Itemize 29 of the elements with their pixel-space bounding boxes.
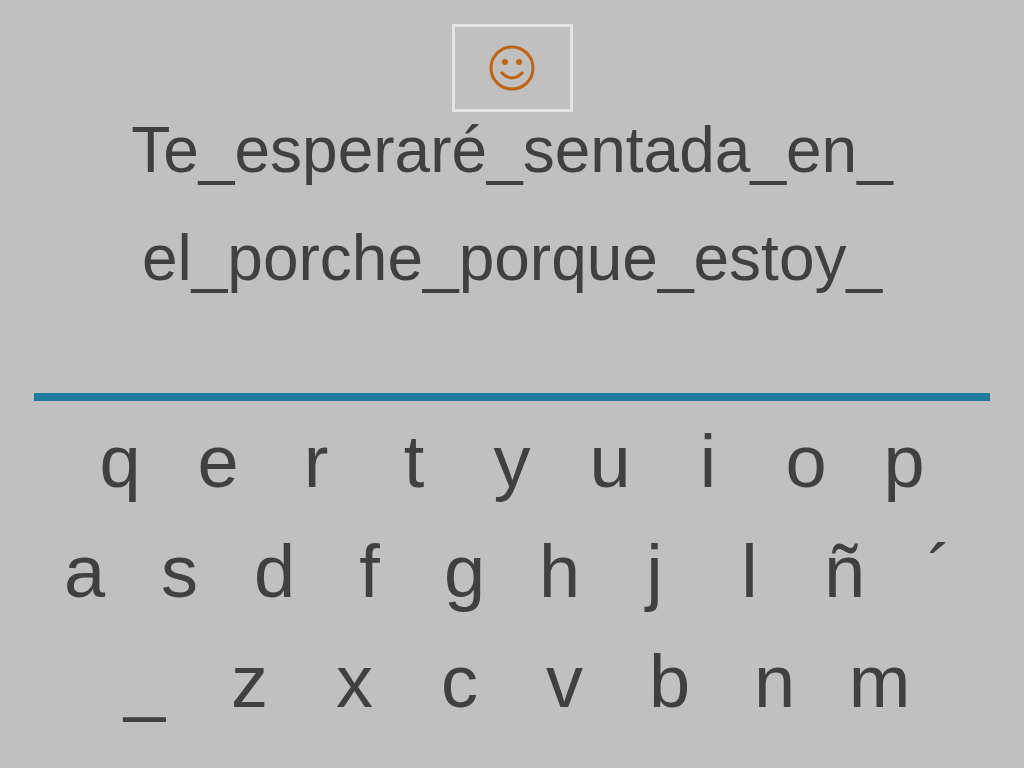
- letter-key[interactable]: q: [71, 419, 169, 505]
- letter-key[interactable]: p: [855, 419, 953, 505]
- letter-key[interactable]: g: [417, 529, 512, 615]
- letter-key[interactable]: t: [365, 419, 463, 505]
- letter-key[interactable]: x: [302, 639, 407, 725]
- letter-key[interactable]: j: [607, 529, 702, 615]
- letter-key[interactable]: ñ: [797, 529, 892, 615]
- letter-key[interactable]: u: [561, 419, 659, 505]
- letter-key[interactable]: m: [827, 639, 932, 725]
- letter-key[interactable]: d: [227, 529, 322, 615]
- letter-key[interactable]: _: [92, 639, 197, 725]
- smiley-button[interactable]: [451, 24, 573, 112]
- letter-key[interactable]: c: [407, 639, 512, 725]
- letter-key[interactable]: f: [322, 529, 417, 615]
- letter-key[interactable]: r: [267, 419, 365, 505]
- letter-key[interactable]: ´: [892, 529, 987, 615]
- letter-key[interactable]: a: [37, 529, 132, 615]
- letter-key[interactable]: h: [512, 529, 607, 615]
- letter-key[interactable]: y: [463, 419, 561, 505]
- letter-key[interactable]: z: [197, 639, 302, 725]
- letter-key[interactable]: e: [169, 419, 267, 505]
- letter-key[interactable]: i: [659, 419, 757, 505]
- letter-key[interactable]: s: [132, 529, 227, 615]
- letter-key[interactable]: l: [702, 529, 797, 615]
- letter-key[interactable]: n: [722, 639, 827, 725]
- letter-key[interactable]: v: [512, 639, 617, 725]
- letter-key[interactable]: b: [617, 639, 722, 725]
- smiley-icon: [488, 44, 536, 92]
- letter-key[interactable]: o: [757, 419, 855, 505]
